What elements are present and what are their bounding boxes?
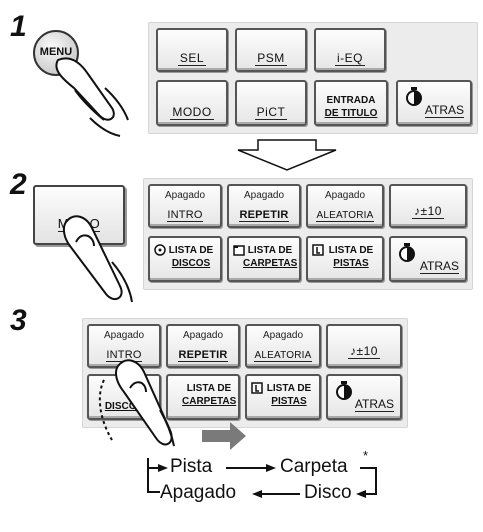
cycle-asterisk: * — [363, 448, 369, 463]
cycle-disco: Disco — [304, 482, 352, 503]
cycle-pista: Pista — [170, 456, 213, 477]
motion-arrow-icon — [202, 422, 246, 450]
cycle-carpeta: Carpeta — [280, 456, 348, 477]
cycle-apagado: Apagado — [160, 482, 237, 503]
finger-illustration-3 — [98, 359, 377, 498]
